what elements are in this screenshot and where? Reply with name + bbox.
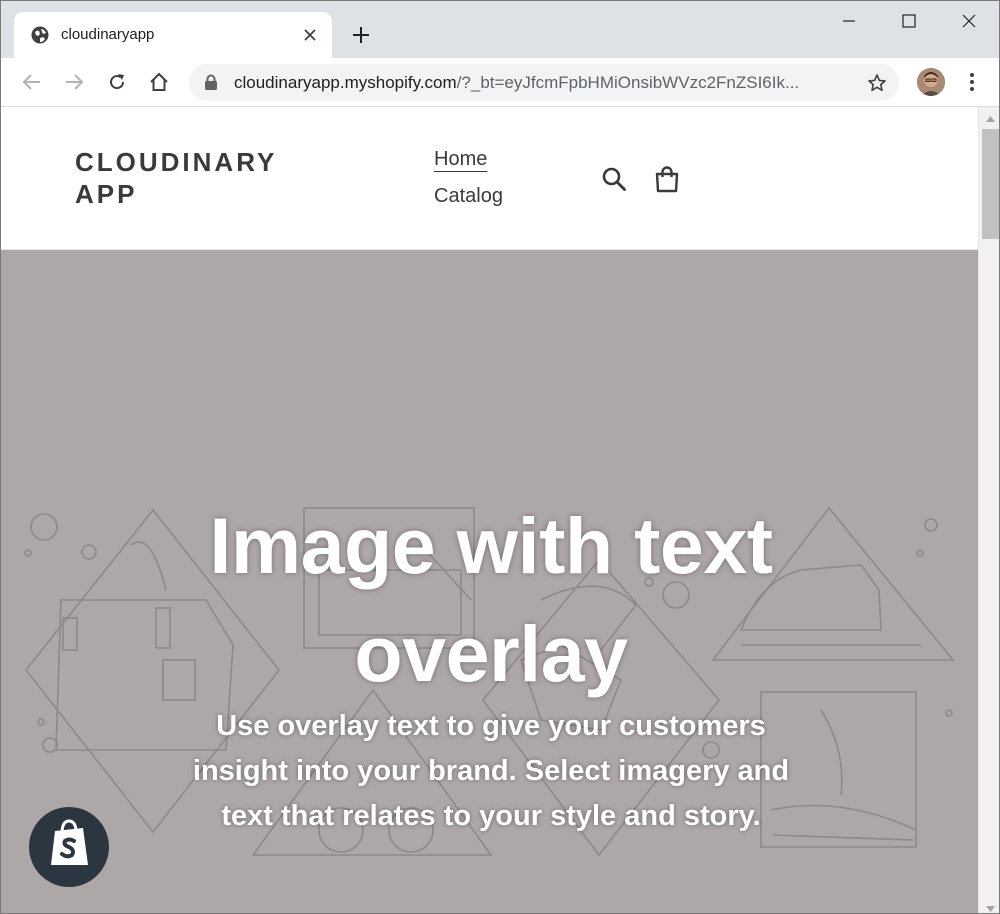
reload-icon[interactable] [104,69,130,95]
tab-title: cloudinaryapp [61,26,155,43]
home-icon[interactable] [146,69,172,95]
minimize-button[interactable] [819,1,879,41]
maximize-button[interactable] [879,1,939,41]
hero-banner: Image with text overlay Use overlay text… [1,250,978,913]
shopify-logo-icon [46,818,92,876]
address-bar[interactable]: cloudinaryapp.myshopify.com/?_bt=eyJfcmF… [189,64,899,101]
shopify-badge[interactable] [29,807,109,887]
main-nav: Home Catalog [434,147,503,221]
profile-avatar[interactable] [917,68,945,96]
url-host: cloudinaryapp.myshopify.com [234,73,457,92]
lock-icon[interactable] [203,74,219,91]
browser-tab[interactable]: cloudinaryapp [14,12,332,58]
nav-link-catalog[interactable]: Catalog [434,184,503,208]
nav-link-home[interactable]: Home [434,147,503,171]
hero-title: Image with text overlay [209,501,773,698]
bookmark-star-icon[interactable] [865,71,889,95]
back-arrow-icon[interactable] [19,69,45,95]
new-tab-button[interactable] [347,21,375,49]
site-logo[interactable]: CLOUDINARY APP [75,146,315,210]
close-window-button[interactable] [939,1,999,41]
page-viewport: CLOUDINARY APP Home Catalog Image with t… [1,107,978,913]
shopping-bag-icon[interactable] [652,164,682,194]
browser-toolbar: cloudinaryapp.myshopify.com/?_bt=eyJfcmF… [1,58,999,107]
url-text[interactable]: cloudinaryapp.myshopify.com/?_bt=eyJfcmF… [234,73,849,93]
browser-window: cloudinaryapp cloudinaryapp.myshopify.co… [0,0,1000,914]
menu-dots-icon[interactable] [961,69,983,95]
scroll-down-arrow-icon[interactable] [985,901,996,912]
globe-icon [31,26,49,44]
scrollbar-thumb[interactable] [982,129,999,239]
scroll-up-arrow-icon[interactable] [985,111,996,122]
tab-strip: cloudinaryapp [1,1,999,58]
close-tab-icon[interactable] [300,25,320,45]
hero-text: Use overlay text to give your customers … [192,710,790,832]
url-path: /?_bt=eyJfcmFpbHMiOnsibWVzc2FnZSI6Ik... [456,73,800,92]
page-scrollbar[interactable] [978,107,999,913]
site-header: CLOUDINARY APP Home Catalog [1,107,978,250]
forward-arrow-icon[interactable] [61,69,87,95]
search-icon[interactable] [599,164,629,194]
